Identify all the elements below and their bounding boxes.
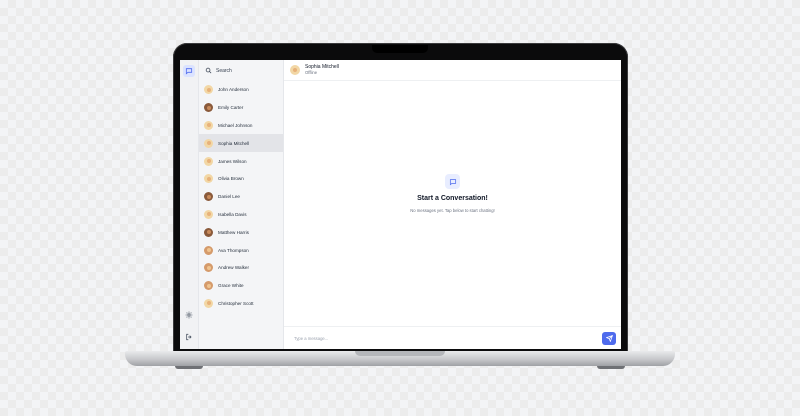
avatar <box>204 245 213 255</box>
contact-item[interactable]: Olivia Brown <box>199 170 283 188</box>
avatar <box>204 103 213 113</box>
avatar <box>204 138 213 148</box>
avatar <box>204 263 213 273</box>
contact-name: Daniel Lee <box>218 194 240 200</box>
avatar <box>204 227 213 237</box>
contact-name: John Anderson <box>218 87 249 93</box>
camera-notch <box>372 45 428 53</box>
laptop-foot <box>175 366 203 369</box>
logout-icon <box>186 333 192 341</box>
logout-button[interactable] <box>183 331 195 343</box>
avatar <box>204 281 213 291</box>
contact-item[interactable]: John Anderson <box>199 81 283 99</box>
send-button[interactable] <box>602 331 616 345</box>
contact-item[interactable]: Matthew Harris <box>199 223 283 241</box>
chat-header: Sophia Mitchell Offline <box>284 60 621 81</box>
contact-name: Sophia Mitchell <box>218 140 250 146</box>
avatar <box>204 209 213 219</box>
gear-icon <box>185 311 193 319</box>
search-bar[interactable]: Search <box>199 60 283 81</box>
contact-name: Christopher Scott <box>218 300 254 306</box>
chat-panel: Sophia Mitchell Offline Start a Conversa… <box>284 60 621 349</box>
contact-name: Andrew Walker <box>218 265 249 271</box>
empty-state-icon <box>445 174 460 189</box>
contact-item[interactable]: Isabella Davis <box>199 206 283 224</box>
message-composer <box>284 326 621 349</box>
contact-name: Grace White <box>218 283 244 289</box>
empty-state-subtitle: No messages yet. Tap below to start chat… <box>410 208 495 213</box>
contact-item[interactable]: Emily Carter <box>199 99 283 117</box>
icon-rail <box>180 60 199 349</box>
message-input[interactable] <box>292 334 602 342</box>
chat-bubble-icon <box>185 68 193 75</box>
empty-state-title: Start a Conversation! <box>417 195 488 202</box>
contact-list: Search John Anderson Emily Carter Michael … <box>199 60 284 349</box>
app-window: Search John Anderson Emily Carter Michael … <box>180 60 621 349</box>
laptop-foot <box>597 366 625 369</box>
avatar <box>290 65 300 75</box>
contact-item[interactable]: Ava Thompson <box>199 241 283 259</box>
empty-state: Start a Conversation! No messages yet. T… <box>284 174 621 213</box>
contact-item[interactable]: James Wilson <box>199 152 283 170</box>
contact-item[interactable]: Grace White <box>199 277 283 295</box>
contact-item[interactable]: Christopher Scott <box>199 295 283 313</box>
send-icon <box>605 334 613 342</box>
chat-nav-button[interactable] <box>183 65 195 77</box>
chat-contact-status: Offline <box>305 70 318 75</box>
contact-name: Ava Thompson <box>218 247 249 253</box>
contact-name: Matthew Harris <box>218 229 249 235</box>
avatar <box>204 192 213 202</box>
contact-item[interactable]: Sophia Mitchell <box>199 134 283 153</box>
contact-item[interactable]: Andrew Walker <box>199 259 283 277</box>
settings-button[interactable] <box>183 309 195 321</box>
contact-item[interactable]: Michael Johnson <box>199 117 283 135</box>
avatar <box>204 174 213 184</box>
contact-name: James Wilson <box>218 158 247 164</box>
contact-name: Isabella Davis <box>218 211 247 217</box>
avatar <box>204 298 213 308</box>
search-icon <box>205 67 212 74</box>
chat-bubble-icon <box>449 178 456 185</box>
contact-name: Emily Carter <box>218 105 244 111</box>
contact-name: Olivia Brown <box>218 176 244 182</box>
contact-name: Michael Johnson <box>218 122 253 128</box>
avatar <box>204 156 213 166</box>
avatar <box>204 85 213 95</box>
laptop-base-notch <box>355 351 445 356</box>
search-label: Search <box>216 67 232 74</box>
contact-item[interactable]: Daniel Lee <box>199 188 283 206</box>
avatar <box>204 120 213 130</box>
